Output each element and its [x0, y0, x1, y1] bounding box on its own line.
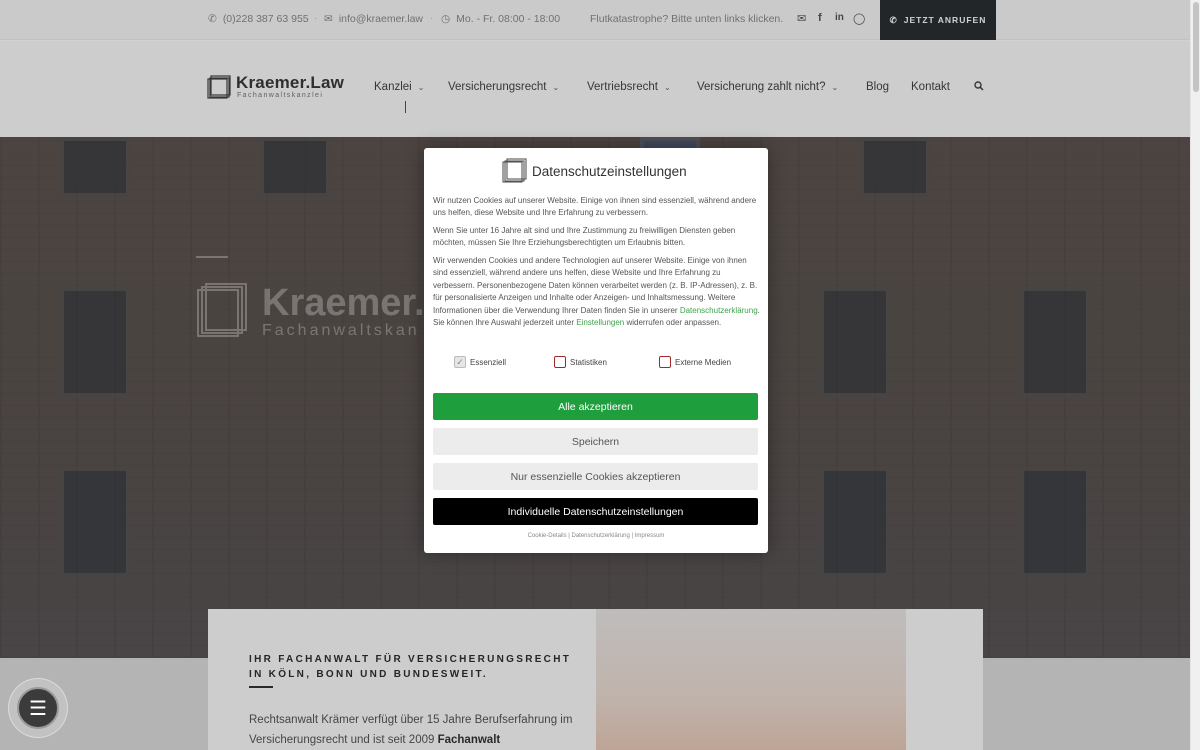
- scrollbar[interactable]: [1190, 0, 1200, 750]
- checkbox-label: Statistiken: [570, 357, 607, 367]
- scrollbar-thumb[interactable]: [1193, 2, 1199, 92]
- dialog-paragraph: Wenn Sie unter 16 Jahre alt sind und Ihr…: [433, 226, 736, 248]
- dialog-footer-links[interactable]: Cookie-Details | Datenschutzerklärung | …: [424, 533, 768, 539]
- checkbox-essenziell[interactable]: ✓ Essenziell: [454, 356, 506, 368]
- paragraph-text: widerrufen oder anpassen.: [624, 318, 722, 328]
- checkbox-label: Externe Medien: [675, 357, 732, 367]
- dialog-title: Datenschutzeinstellungen: [532, 164, 687, 179]
- checkbox-statistiken[interactable]: Statistiken: [554, 356, 607, 368]
- individual-settings-button[interactable]: Individuelle Datenschutzeinstellungen: [433, 498, 758, 525]
- checkbox-label: Essenziell: [470, 357, 507, 367]
- privacy-policy-link[interactable]: Datenschutzerklärung: [680, 306, 758, 315]
- menu-icon[interactable]: ☰: [17, 687, 59, 729]
- logo-squares-icon: [502, 158, 527, 183]
- accept-essential-button[interactable]: Nur essenzielle Cookies akzeptieren: [433, 463, 758, 490]
- settings-link[interactable]: Einstellungen: [576, 318, 624, 327]
- dialog-paragraph: Wir nutzen Cookies auf unserer Website. …: [433, 196, 757, 218]
- checkbox-box[interactable]: [659, 356, 671, 368]
- save-button[interactable]: Speichern: [433, 428, 758, 455]
- privacy-settings-dialog: Datenschutzeinstellungen Wir nutzen Cook…: [424, 148, 768, 553]
- checkbox-checked-icon[interactable]: ✓: [454, 356, 466, 368]
- dialog-paragraph: Wir verwenden Cookies und andere Technol…: [433, 255, 761, 329]
- checkbox-box[interactable]: [554, 356, 566, 368]
- accept-all-button[interactable]: Alle akzeptieren: [433, 393, 758, 420]
- checkbox-externe-medien[interactable]: Externe Medien: [659, 356, 731, 368]
